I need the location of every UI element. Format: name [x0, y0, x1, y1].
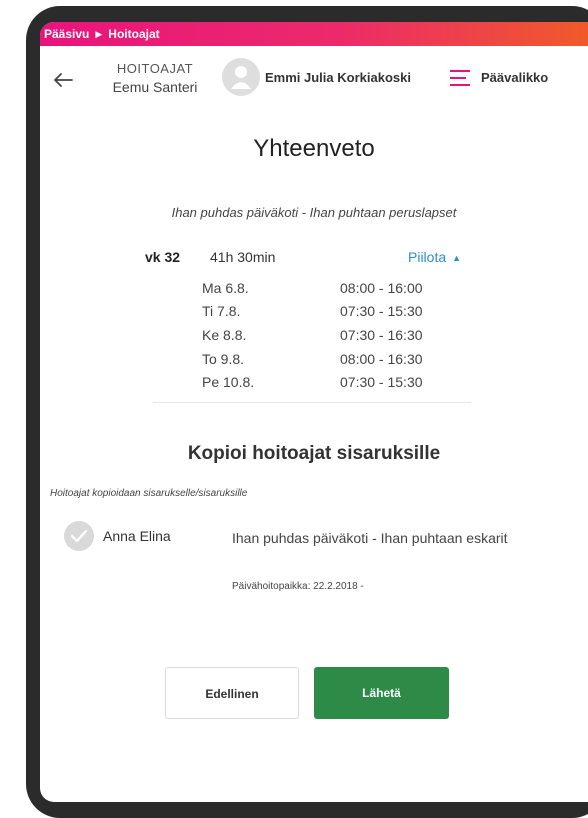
child-role-label: HOITOAJAT	[116, 61, 194, 76]
previous-button[interactable]: Edellinen	[165, 667, 299, 719]
avatar[interactable]	[222, 58, 260, 96]
sibling-name: Anna Elina	[103, 528, 171, 544]
week-label: vk 32	[145, 249, 181, 265]
day-label: Ti 7.8.	[202, 303, 241, 319]
copy-section-note: Hoitoajat kopioidaan sisarukselle/sisaru…	[50, 488, 248, 499]
breadcrumb-chevron-icon: ▶	[95, 29, 103, 39]
breadcrumb-current: Hoitoajat	[108, 27, 160, 41]
child-name: Eemu Santeri	[112, 79, 198, 95]
day-label: To 9.8.	[202, 351, 245, 367]
day-label: Pe 10.8.	[202, 374, 255, 390]
caret-up-icon: ▲	[452, 253, 462, 263]
day-time: 07:30 - 15:30	[340, 374, 423, 390]
week-total-hours: 41h 30min	[210, 249, 276, 265]
daycare-place: Ihan puhdas päiväkoti - Ihan puhtaan per…	[171, 205, 457, 220]
day-time: 07:30 - 15:30	[340, 303, 423, 319]
user-name[interactable]: Emmi Julia Korkiakoski	[265, 70, 411, 85]
day-label: Ke 8.8.	[202, 327, 247, 343]
user-icon	[231, 66, 251, 89]
main-menu-button[interactable]: Päävalikko	[481, 70, 548, 85]
back-arrow-icon[interactable]	[52, 70, 74, 90]
hide-toggle-label: Piilota	[408, 249, 447, 265]
breadcrumb: Pääsivu ▶ Hoitoajat	[40, 22, 588, 46]
copy-section-title: Kopioi hoitoajat sisaruksille	[187, 443, 441, 464]
day-row: Ke 8.8. 07:30 - 16:30	[40, 327, 588, 347]
day-label: Ma 6.8.	[202, 280, 249, 296]
day-time: 08:00 - 16:00	[340, 280, 423, 296]
day-row: Ma 6.8. 08:00 - 16:00	[40, 280, 588, 300]
divider	[153, 402, 471, 403]
day-row: Pe 10.8. 07:30 - 15:30	[40, 374, 588, 394]
hide-week-toggle[interactable]: Piilota ▲	[408, 249, 461, 265]
page-header: HOITOAJAT Eemu Santeri Emmi Julia Korkia…	[40, 46, 588, 112]
sibling-placement-date: Päivähoitopaikka: 22.2.2018 -	[232, 581, 364, 592]
day-time: 07:30 - 16:30	[340, 327, 423, 343]
hamburger-menu-icon[interactable]	[450, 69, 472, 87]
sibling-check-icon[interactable]	[64, 521, 94, 551]
page-title: Yhteenveto	[253, 135, 375, 162]
app-screen: Pääsivu ▶ Hoitoajat HOITOAJAT Eemu Santeri…	[40, 22, 588, 802]
breadcrumb-home[interactable]: Pääsivu	[44, 27, 89, 41]
day-time: 08:00 - 16:30	[340, 351, 423, 367]
sibling-place: Ihan puhdas päiväkoti - Ihan puhtaan esk…	[232, 530, 508, 546]
send-button[interactable]: Lähetä	[314, 667, 449, 719]
day-row: Ti 7.8. 07:30 - 15:30	[40, 303, 588, 323]
day-row: To 9.8. 08:00 - 16:30	[40, 351, 588, 371]
